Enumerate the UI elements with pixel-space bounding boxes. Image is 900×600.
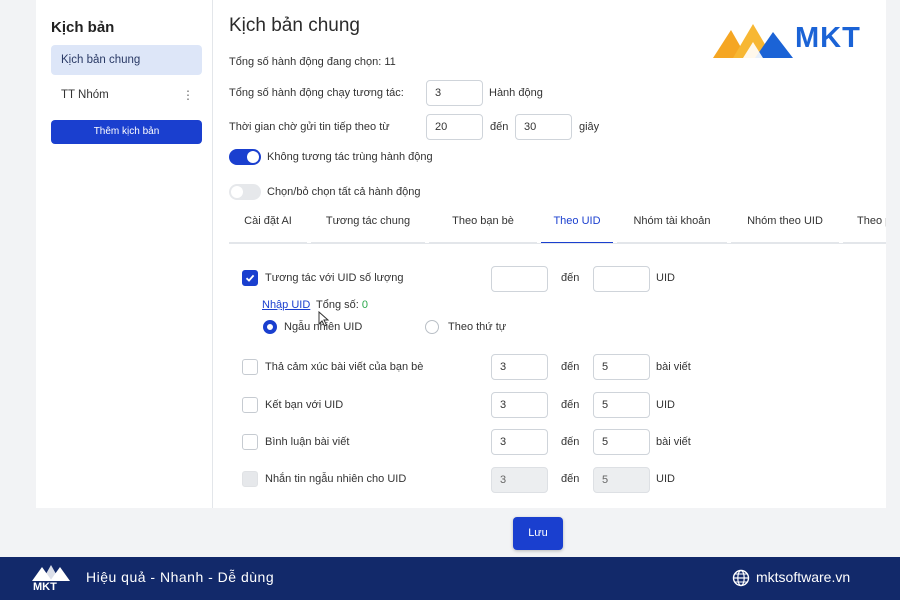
tab-theo-page[interactable]: Theo pa xyxy=(843,206,886,243)
sidebar-title: Kịch bản xyxy=(51,19,115,36)
to-label: đến xyxy=(561,272,580,284)
total-uid-label: Tổng số: xyxy=(316,299,359,311)
row-add-friend-from-input[interactable]: 3 xyxy=(491,392,548,418)
save-button[interactable]: Lưu xyxy=(513,517,563,550)
more-options-icon[interactable]: ⋮ xyxy=(182,80,194,110)
row-comment-checkbox[interactable] xyxy=(242,434,258,450)
sidebar-item-kich-ban-chung[interactable]: Kịch bản chung xyxy=(51,45,202,75)
globe-icon xyxy=(732,569,750,587)
tab-nhom-tai-khoan[interactable]: Nhóm tài khoản xyxy=(617,206,727,243)
import-uid-link[interactable]: Nhập UID xyxy=(262,299,310,311)
tab-theo-uid[interactable]: Theo UID xyxy=(541,206,613,243)
interact-uid-unit: UID xyxy=(656,272,675,284)
total-uid-value: 0 xyxy=(361,299,368,311)
row-random-message-label: Nhắn tin ngẫu nhiên cho UID xyxy=(265,473,407,485)
mouse-cursor-icon xyxy=(318,311,330,327)
add-script-button[interactable]: Thêm kịch bản xyxy=(51,120,202,144)
actions-run-unit: Hành động xyxy=(489,87,543,99)
tab-cai-dat-ai[interactable]: Cài đặt AI xyxy=(229,206,307,243)
row-random-message-unit: UID xyxy=(656,473,675,485)
interact-uid-label: Tương tác với UID số lượng xyxy=(265,272,404,284)
row-react-unit: bài viết xyxy=(656,361,691,373)
radio-sequential-label: Theo thứ tự xyxy=(448,321,507,333)
tab-bar: Cài đặt AI Tương tác chung Theo bạn bè T… xyxy=(229,206,886,244)
row-add-friend-checkbox[interactable] xyxy=(242,397,258,413)
footer-banner: MKT Hiệu quả - Nhanh - Dễ dùng mktsoftwa… xyxy=(0,557,900,600)
row-add-friend-to-input[interactable]: 5 xyxy=(593,392,650,418)
tab-tuong-tac-chung[interactable]: Tương tác chung xyxy=(311,206,425,243)
select-all-toggle[interactable] xyxy=(229,184,261,200)
to-label: đến xyxy=(561,436,580,448)
wait-label: Thời gian chờ gửi tin tiếp theo từ xyxy=(229,121,390,133)
interact-uid-from-input[interactable] xyxy=(491,266,548,292)
radio-sequential-uid[interactable] xyxy=(425,320,439,334)
row-comment-unit: bài viết xyxy=(656,436,691,448)
main-panel: Kịch bản chung MKT Tổng số hành động đan… xyxy=(213,0,886,508)
tab-theo-ban-be[interactable]: Theo bạn bè xyxy=(429,206,537,243)
row-comment-to-input[interactable]: 5 xyxy=(593,429,650,455)
wait-unit: giây xyxy=(579,121,600,133)
sidebar-item-label: Kịch bản chung xyxy=(61,54,141,66)
app-window: Kịch bản Kịch bản chung TT Nhóm ⋮ Thêm k… xyxy=(36,0,886,508)
footer-tagline: Hiệu quả - Nhanh - Dễ dùng xyxy=(86,569,275,585)
to-label: đến xyxy=(561,361,580,373)
sidebar-item-tt-nhom[interactable]: TT Nhóm ⋮ xyxy=(51,80,202,110)
logo-text: MKT xyxy=(795,22,861,54)
sidebar-item-label: TT Nhóm xyxy=(61,89,109,101)
actions-run-input[interactable]: 3 xyxy=(426,80,483,106)
tab-nhom-theo-uid[interactable]: Nhóm theo UID xyxy=(731,206,839,243)
interact-uid-to-input[interactable] xyxy=(593,266,650,292)
row-comment-from-input[interactable]: 3 xyxy=(491,429,548,455)
wait-to-label: đến xyxy=(490,121,509,133)
row-react-checkbox[interactable] xyxy=(242,359,258,375)
footer-website[interactable]: mktsoftware.vn xyxy=(756,569,850,585)
wait-to-input[interactable]: 30 xyxy=(515,114,572,140)
actions-run-label: Tổng số hành động chạy tương tác: xyxy=(229,87,404,99)
row-add-friend-label: Kết bạn với UID xyxy=(265,399,344,411)
row-add-friend-unit: UID xyxy=(656,399,675,411)
page-title: Kịch bản chung xyxy=(229,15,360,36)
wait-from-input[interactable]: 20 xyxy=(426,114,483,140)
select-all-label: Chọn/bỏ chọn tất cả hành động xyxy=(267,186,421,198)
row-react-to-input[interactable]: 5 xyxy=(593,354,650,380)
row-random-message-from-input[interactable]: 3 xyxy=(491,467,548,493)
row-random-message-to-input[interactable]: 5 xyxy=(593,467,650,493)
to-label: đến xyxy=(561,399,580,411)
sidebar: Kịch bản Kịch bản chung TT Nhóm ⋮ Thêm k… xyxy=(36,0,213,508)
interact-uid-checkbox[interactable] xyxy=(242,270,258,286)
no-duplicate-toggle[interactable] xyxy=(229,149,261,165)
row-random-message-checkbox[interactable] xyxy=(242,471,258,487)
total-selected-text: Tổng số hành động đang chọn: 11 xyxy=(229,56,396,68)
mkt-logo: MKT xyxy=(713,18,878,62)
to-label: đến xyxy=(561,473,580,485)
total-uid-text: Tổng số: 0 xyxy=(316,299,368,311)
row-react-label: Thả cảm xúc bài viết của bạn bè xyxy=(265,361,424,373)
row-comment-label: Bình luận bài viết xyxy=(265,436,350,448)
footer-brand-text: MKT xyxy=(33,581,57,593)
row-react-from-input[interactable]: 3 xyxy=(491,354,548,380)
radio-random-uid[interactable] xyxy=(263,320,277,334)
mkt-logo-mark-icon xyxy=(713,24,793,58)
no-duplicate-label: Không tương tác trùng hành động xyxy=(267,151,433,163)
checkmark-icon xyxy=(245,274,255,282)
